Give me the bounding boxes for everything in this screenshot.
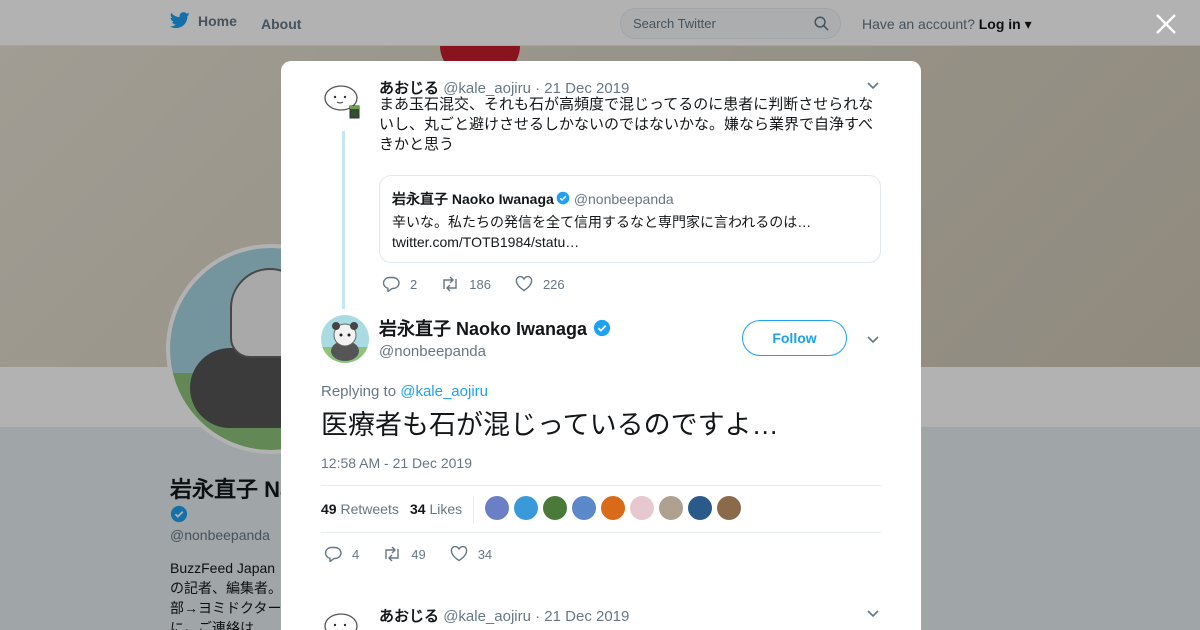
main-tweet-timestamp[interactable]: 12:58 AM - 21 Dec 2019 xyxy=(321,455,472,471)
main-tweet-actions: 4 49 34 xyxy=(324,546,516,562)
liker-avatar[interactable] xyxy=(572,496,596,520)
retweet-button[interactable]: 49 xyxy=(383,546,426,562)
like-button[interactable]: 226 xyxy=(515,276,565,292)
main-tweet-text: 医療者も石が混じっているのですよ… xyxy=(321,410,779,440)
tweet-author-handle[interactable]: @kale_aojiru xyxy=(443,608,531,625)
likes-stat-label: Likes xyxy=(429,501,463,517)
reply-button[interactable]: 2 xyxy=(382,276,417,292)
quoted-author-name: 岩永直子 Naoko Iwanaga xyxy=(392,191,554,207)
reply-icon xyxy=(324,546,342,562)
avatar[interactable] xyxy=(321,315,369,363)
kale-avatar-icon xyxy=(324,613,358,630)
heart-icon xyxy=(450,546,467,562)
reply-count: 2 xyxy=(410,276,418,292)
follow-button[interactable]: Follow xyxy=(742,320,847,356)
quoted-tweet-header: 岩永直子 Naoko Iwanaga @nonbeepanda xyxy=(392,189,674,209)
liker-avatar[interactable] xyxy=(688,496,712,520)
close-icon[interactable] xyxy=(1155,13,1177,35)
liker-avatar[interactable] xyxy=(630,496,654,520)
likes-stat[interactable]: 34 Likes xyxy=(410,501,462,517)
retweets-stat-label: Retweets xyxy=(340,501,399,517)
liker-avatar[interactable] xyxy=(717,496,741,520)
liker-avatar[interactable] xyxy=(543,496,567,520)
avatar[interactable] xyxy=(321,76,369,124)
main-tweet-author-name[interactable]: 岩永直子 Naoko Iwanaga xyxy=(379,315,611,341)
like-button[interactable]: 34 xyxy=(450,546,492,562)
tweet-header: あおじる @kale_aojiru · 21 Dec 2019 xyxy=(379,605,629,626)
tweet-author-name[interactable]: あおじる xyxy=(379,608,439,625)
likers-avatars xyxy=(485,496,741,520)
reply-button[interactable]: 4 xyxy=(324,546,359,562)
main-author-name-text: 岩永直子 Naoko Iwanaga xyxy=(379,319,588,339)
chevron-down-icon[interactable] xyxy=(866,606,880,620)
quoted-tweet[interactable]: 岩永直子 Naoko Iwanaga @nonbeepanda 辛いな。私たちの発… xyxy=(379,175,881,263)
quoted-author-handle: @nonbeepanda xyxy=(573,191,674,207)
main-tweet-author-handle[interactable]: @nonbeepanda xyxy=(379,343,486,360)
retweets-stat[interactable]: 49 Retweets xyxy=(321,501,399,517)
retweet-count: 49 xyxy=(411,546,426,562)
chevron-down-icon[interactable] xyxy=(866,78,880,92)
thread-line xyxy=(342,131,345,309)
replying-prefix: Replying to xyxy=(321,383,397,400)
like-count: 34 xyxy=(477,546,493,562)
panda-avatar-icon xyxy=(321,322,369,363)
liker-avatar[interactable] xyxy=(601,496,625,520)
retweets-stat-count: 49 xyxy=(321,501,337,517)
liker-avatar[interactable] xyxy=(485,496,509,520)
tweet-text: まあ玉石混交、それも石が高頻度で混じってるのに患者に判断させられないし、丸ごと避… xyxy=(379,96,874,153)
verified-badge-icon xyxy=(593,319,611,337)
quoted-tweet-text: 辛いな。私たちの発信を全て信用するなと専門家に言われるのは… twitter.c… xyxy=(392,214,812,250)
reply-count: 4 xyxy=(352,546,360,562)
replying-to: Replying to @kale_aojiru xyxy=(321,383,488,400)
retweet-icon xyxy=(443,276,457,292)
reply-icon xyxy=(382,276,400,292)
retweet-icon xyxy=(385,546,399,562)
heart-icon xyxy=(515,276,533,292)
tweet-date[interactable]: · 21 Dec 2019 xyxy=(535,608,629,625)
retweet-count: 186 xyxy=(469,276,491,292)
like-count: 226 xyxy=(542,276,565,292)
tweet-modal: あおじる @kale_aojiru · 21 Dec 2019 まあ玉石混交、そ… xyxy=(281,61,921,630)
retweet-button[interactable]: 186 xyxy=(441,276,491,292)
kale-avatar-icon xyxy=(324,85,360,119)
tweet-actions: 2 186 226 xyxy=(382,276,589,292)
likes-stat-count: 34 xyxy=(410,501,426,517)
avatar[interactable] xyxy=(321,604,369,630)
verified-badge-icon xyxy=(556,191,570,205)
tweet-stats: 49 Retweets 34 Likes xyxy=(321,485,881,533)
liker-avatar[interactable] xyxy=(659,496,683,520)
liker-avatar[interactable] xyxy=(514,496,538,520)
stats-divider xyxy=(473,496,474,524)
replying-to-link[interactable]: @kale_aojiru xyxy=(400,383,488,400)
chevron-down-icon[interactable] xyxy=(866,332,880,346)
